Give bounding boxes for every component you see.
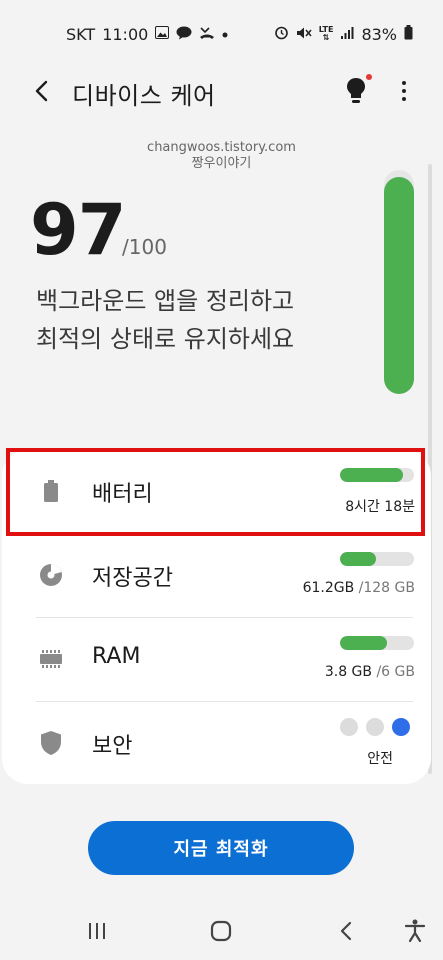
talk-icon [176,26,192,43]
storage-meter [340,552,414,566]
signal-icon [340,26,354,43]
meter-fill [340,552,376,566]
more-vert-icon [402,81,406,85]
meter-fill [340,636,387,650]
recent-apps-button[interactable] [82,918,112,944]
carrier: SKT [66,24,96,44]
item-storage[interactable]: 저장공간 61.2GB /128 GB [2,534,431,618]
missed-call-icon [199,26,215,43]
item-label: 배터리 [92,482,153,507]
battery-percent: 83% [361,24,397,44]
accessibility-icon [404,919,426,943]
nav-back-button[interactable] [331,918,361,944]
score-max: /100 [122,235,167,259]
message-line-1: 백그라운드 앱을 정리하고 [36,287,295,315]
watermark: changwoos.tistory.com 짱우이야기 [0,140,443,172]
navigation-bar [0,900,443,960]
back-button[interactable] [26,76,56,106]
score-bar-fill [384,176,414,394]
score-bar [384,170,414,394]
back-arrow-icon [35,80,48,102]
watermark-url: changwoos.tistory.com [147,140,296,155]
status-bar: SKT 11:00 LTE ⇅ 83% [0,0,443,68]
shield-icon [38,730,64,756]
item-battery[interactable]: 배터리 8시간 18분 [2,450,431,534]
item-value: 8시간 18분 [345,499,415,515]
status-right: LTE ⇅ 83% [274,25,413,44]
status-battery-icon [404,25,413,43]
back-icon [340,921,352,941]
ram-meter [340,636,414,650]
home-icon [210,920,232,942]
memory-chip-icon [38,646,64,672]
alarm-icon [274,25,289,43]
item-value: 안전 [367,751,393,767]
tips-button[interactable] [342,74,370,108]
score-message: 백그라운드 앱을 정리하고 최적의 상태로 유지하세요 [36,282,356,358]
status-left: SKT 11:00 [66,25,228,44]
mute-icon [296,26,312,43]
home-button[interactable] [206,918,236,944]
items-card: 배터리 8시간 18분 저장공간 61.2GB /128 GB RAM 3.8 … [2,450,431,784]
security-dot [366,718,384,736]
optimize-now-button[interactable]: 지금 최적화 [88,821,354,875]
security-dot [392,718,410,736]
battery-icon [38,478,64,504]
item-value: 3.8 GB /6 GB [324,664,415,680]
item-security[interactable]: 보안 안전 [2,702,431,786]
item-ram[interactable]: RAM 3.8 GB /6 GB [2,618,431,702]
page-title: 디바이스 케어 [72,82,216,110]
image-icon [155,26,170,42]
clock: 11:00 [102,24,149,44]
security-dots [340,718,410,736]
lightbulb-icon [347,78,365,103]
message-line-2: 최적의 상태로 유지하세요 [36,325,295,353]
notification-dot [366,74,372,80]
security-dot [340,718,358,736]
item-label: 저장공간 [92,566,173,591]
dot-icon [222,28,228,41]
meter-fill [340,468,403,482]
accessibility-button[interactable] [400,918,430,944]
watermark-name: 짱우이야기 [191,156,252,171]
pie-chart-icon [38,562,64,588]
lte-icon: LTE ⇅ [318,25,334,42]
item-value: 61.2GB /128 GB [302,580,415,596]
more-options-button[interactable] [392,76,416,106]
app-bar: 디바이스 케어 [0,68,443,116]
item-label: RAM [92,644,141,669]
score-value: 97 [30,189,126,271]
recent-apps-icon [89,923,105,939]
item-label: 보안 [92,734,133,759]
battery-meter [340,468,414,482]
lte-label: LTE [318,25,334,34]
